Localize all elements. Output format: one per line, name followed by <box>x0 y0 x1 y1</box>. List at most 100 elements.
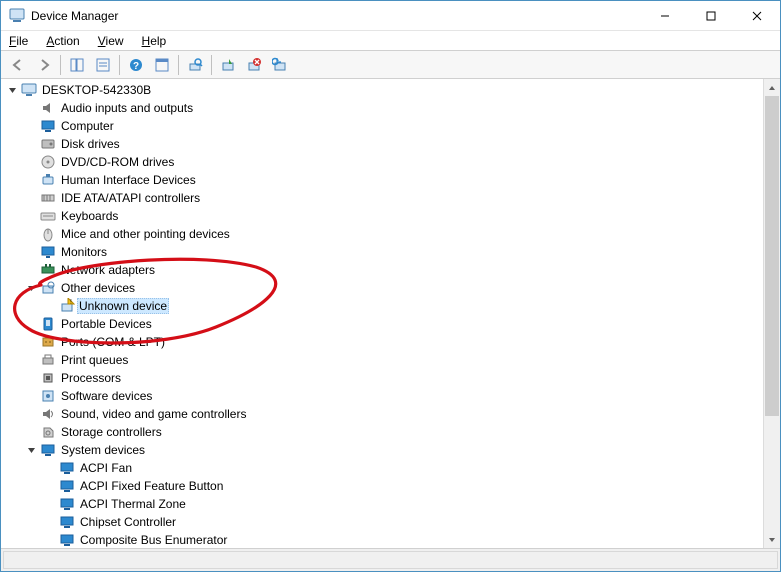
tree-node[interactable]: Portable Devices <box>24 315 763 333</box>
menu-action[interactable]: Action <box>44 33 81 49</box>
tree-node[interactable]: Audio inputs and outputs <box>24 99 763 117</box>
expand-icon <box>24 136 40 152</box>
tree-node-label[interactable]: ACPI Fan <box>78 461 134 475</box>
expand-icon <box>24 370 40 386</box>
tree-node[interactable]: Chipset Controller <box>43 513 763 531</box>
tree-node-label[interactable]: Unknown device <box>77 298 169 314</box>
expand-icon <box>24 316 40 332</box>
scroll-up-button[interactable] <box>764 79 780 96</box>
tree-node[interactable]: IDE ATA/ATAPI controllers <box>24 189 763 207</box>
tree-node[interactable]: ACPI Thermal Zone <box>43 495 763 513</box>
tree-node-label[interactable]: Composite Bus Enumerator <box>78 533 229 547</box>
tree-node-label[interactable]: Other devices <box>59 281 137 295</box>
tree-node-label[interactable]: Chipset Controller <box>78 515 178 529</box>
system-sub-icon <box>59 514 75 530</box>
tree-node-label[interactable]: Portable Devices <box>59 317 154 331</box>
tree-node[interactable]: Other devices <box>24 279 763 297</box>
tree-node-label[interactable]: DVD/CD-ROM drives <box>59 155 176 169</box>
tree-node-label[interactable]: Disk drives <box>59 137 122 151</box>
tree-node-label[interactable]: Processors <box>59 371 123 385</box>
tree-node-label[interactable]: Software devices <box>59 389 154 403</box>
expand-icon <box>43 298 59 314</box>
help-button[interactable]: ? <box>124 53 148 77</box>
expand-icon <box>24 208 40 224</box>
tree-node-label[interactable]: Mice and other pointing devices <box>59 227 232 241</box>
menu-help[interactable]: Help <box>140 33 169 49</box>
tree-node[interactable]: ACPI Fixed Feature Button <box>43 477 763 495</box>
tree-node[interactable]: Ports (COM & LPT) <box>24 333 763 351</box>
tree-root-label[interactable]: DESKTOP-542330B <box>40 83 153 97</box>
tree-node[interactable]: Monitors <box>24 243 763 261</box>
expand-icon <box>24 388 40 404</box>
tree-node[interactable]: Keyboards <box>24 207 763 225</box>
tree-node-label[interactable]: ACPI Thermal Zone <box>78 497 188 511</box>
monitor-icon <box>40 244 56 260</box>
show-hide-tree-button[interactable] <box>65 53 89 77</box>
tree-node-label[interactable]: ACPI Fixed Feature Button <box>78 479 225 493</box>
tree-node[interactable]: Sound, video and game controllers <box>24 405 763 423</box>
tree-node[interactable]: Processors <box>24 369 763 387</box>
tree-node-label[interactable]: Monitors <box>59 245 109 259</box>
tree-node-label[interactable]: Network adapters <box>59 263 157 277</box>
tree-node[interactable]: !Unknown device <box>43 297 763 315</box>
tree-node[interactable]: ACPI Fan <box>43 459 763 477</box>
tree-node[interactable]: DVD/CD-ROM drives <box>24 153 763 171</box>
forward-button[interactable] <box>32 53 56 77</box>
tree-node[interactable]: Software devices <box>24 387 763 405</box>
tree-node-label[interactable]: Computer <box>59 119 116 133</box>
scan-hardware-button[interactable] <box>183 53 207 77</box>
scrollbar-thumb[interactable] <box>765 96 779 416</box>
menu-file[interactable]: File <box>7 33 30 49</box>
collapse-icon[interactable] <box>24 280 40 296</box>
hid-icon <box>40 172 56 188</box>
tree-node-label[interactable]: System devices <box>59 443 147 457</box>
tree-node[interactable]: Computer <box>24 117 763 135</box>
minimize-button[interactable] <box>642 1 688 30</box>
tree-node-label[interactable]: IDE ATA/ATAPI controllers <box>59 191 202 205</box>
tree-node-label[interactable]: Human Interface Devices <box>59 173 198 187</box>
tree-root-node[interactable]: DESKTOP-542330B <box>5 81 763 99</box>
window-title: Device Manager <box>31 9 642 23</box>
toolbar: ? <box>1 51 780 79</box>
ports-icon <box>40 334 56 350</box>
vertical-scrollbar[interactable] <box>763 79 780 548</box>
close-button[interactable] <box>734 1 780 30</box>
tree-node[interactable]: System devices <box>24 441 763 459</box>
tree-node[interactable]: Network adapters <box>24 261 763 279</box>
menu-view[interactable]: View <box>96 33 126 49</box>
collapse-icon[interactable] <box>24 442 40 458</box>
cpu-icon <box>40 370 56 386</box>
tree-node-label[interactable]: Keyboards <box>59 209 120 223</box>
properties-button[interactable] <box>91 53 115 77</box>
scroll-down-button[interactable] <box>764 531 780 548</box>
device-tree[interactable]: DESKTOP-542330B Audio inputs and outputs C… <box>1 79 763 548</box>
tree-node[interactable]: Composite Bus Enumerator <box>43 531 763 548</box>
uninstall-device-button[interactable] <box>242 53 266 77</box>
expand-icon <box>24 190 40 206</box>
tree-node[interactable]: Storage controllers <box>24 423 763 441</box>
collapse-icon[interactable] <box>5 82 21 98</box>
maximize-button[interactable] <box>688 1 734 30</box>
tree-node[interactable]: Print queues <box>24 351 763 369</box>
back-button[interactable] <box>6 53 30 77</box>
tree-node-label[interactable]: Audio inputs and outputs <box>59 101 195 115</box>
system-icon <box>40 442 56 458</box>
tree-node-label[interactable]: Sound, video and game controllers <box>59 407 248 421</box>
app-icon <box>9 8 25 24</box>
tree-node-label[interactable]: Ports (COM & LPT) <box>59 335 167 349</box>
tree-node[interactable]: Human Interface Devices <box>24 171 763 189</box>
expand-icon <box>24 352 40 368</box>
expand-icon <box>24 406 40 422</box>
tree-node-label[interactable]: Print queues <box>59 353 130 367</box>
expand-icon <box>24 424 40 440</box>
tree-node[interactable]: Disk drives <box>24 135 763 153</box>
unknown-icon: ! <box>59 298 75 314</box>
tree-node[interactable]: Mice and other pointing devices <box>24 225 763 243</box>
enable-device-button[interactable] <box>216 53 240 77</box>
mouse-icon <box>40 226 56 242</box>
other-icon <box>40 280 56 296</box>
update-driver-button[interactable] <box>268 53 292 77</box>
view-options-button[interactable] <box>150 53 174 77</box>
system-sub-icon <box>59 532 75 548</box>
tree-node-label[interactable]: Storage controllers <box>59 425 164 439</box>
